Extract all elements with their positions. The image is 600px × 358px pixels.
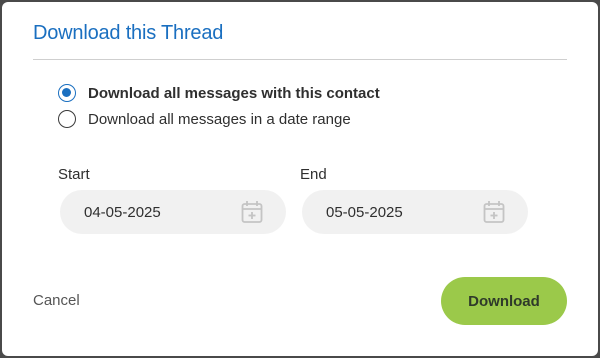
calendar-plus-icon[interactable]: [240, 200, 264, 224]
cancel-button[interactable]: Cancel: [33, 292, 80, 309]
radio-date-range[interactable]: [58, 110, 76, 128]
dialog-title: Download this Thread: [33, 22, 224, 44]
calendar-plus-icon[interactable]: [482, 200, 506, 224]
start-date-value: 04-05-2025: [84, 203, 161, 221]
radio-all-messages[interactable]: [58, 84, 76, 102]
start-date-field[interactable]: 04-05-2025: [60, 190, 286, 234]
end-date-field[interactable]: 05-05-2025: [302, 190, 528, 234]
title-divider: [33, 59, 567, 60]
end-date-value: 05-05-2025: [326, 203, 403, 221]
option-all-messages[interactable]: Download all messages with this contact: [58, 84, 380, 102]
start-date-label: Start: [58, 166, 90, 183]
option-date-range-label: Download all messages in a date range: [88, 110, 351, 128]
option-all-messages-label: Download all messages with this contact: [88, 84, 380, 102]
option-date-range[interactable]: Download all messages in a date range: [58, 110, 351, 128]
end-date-label: End: [300, 166, 327, 183]
download-button[interactable]: Download: [441, 277, 567, 325]
download-thread-dialog: Download this Thread Download all messag…: [2, 2, 598, 356]
